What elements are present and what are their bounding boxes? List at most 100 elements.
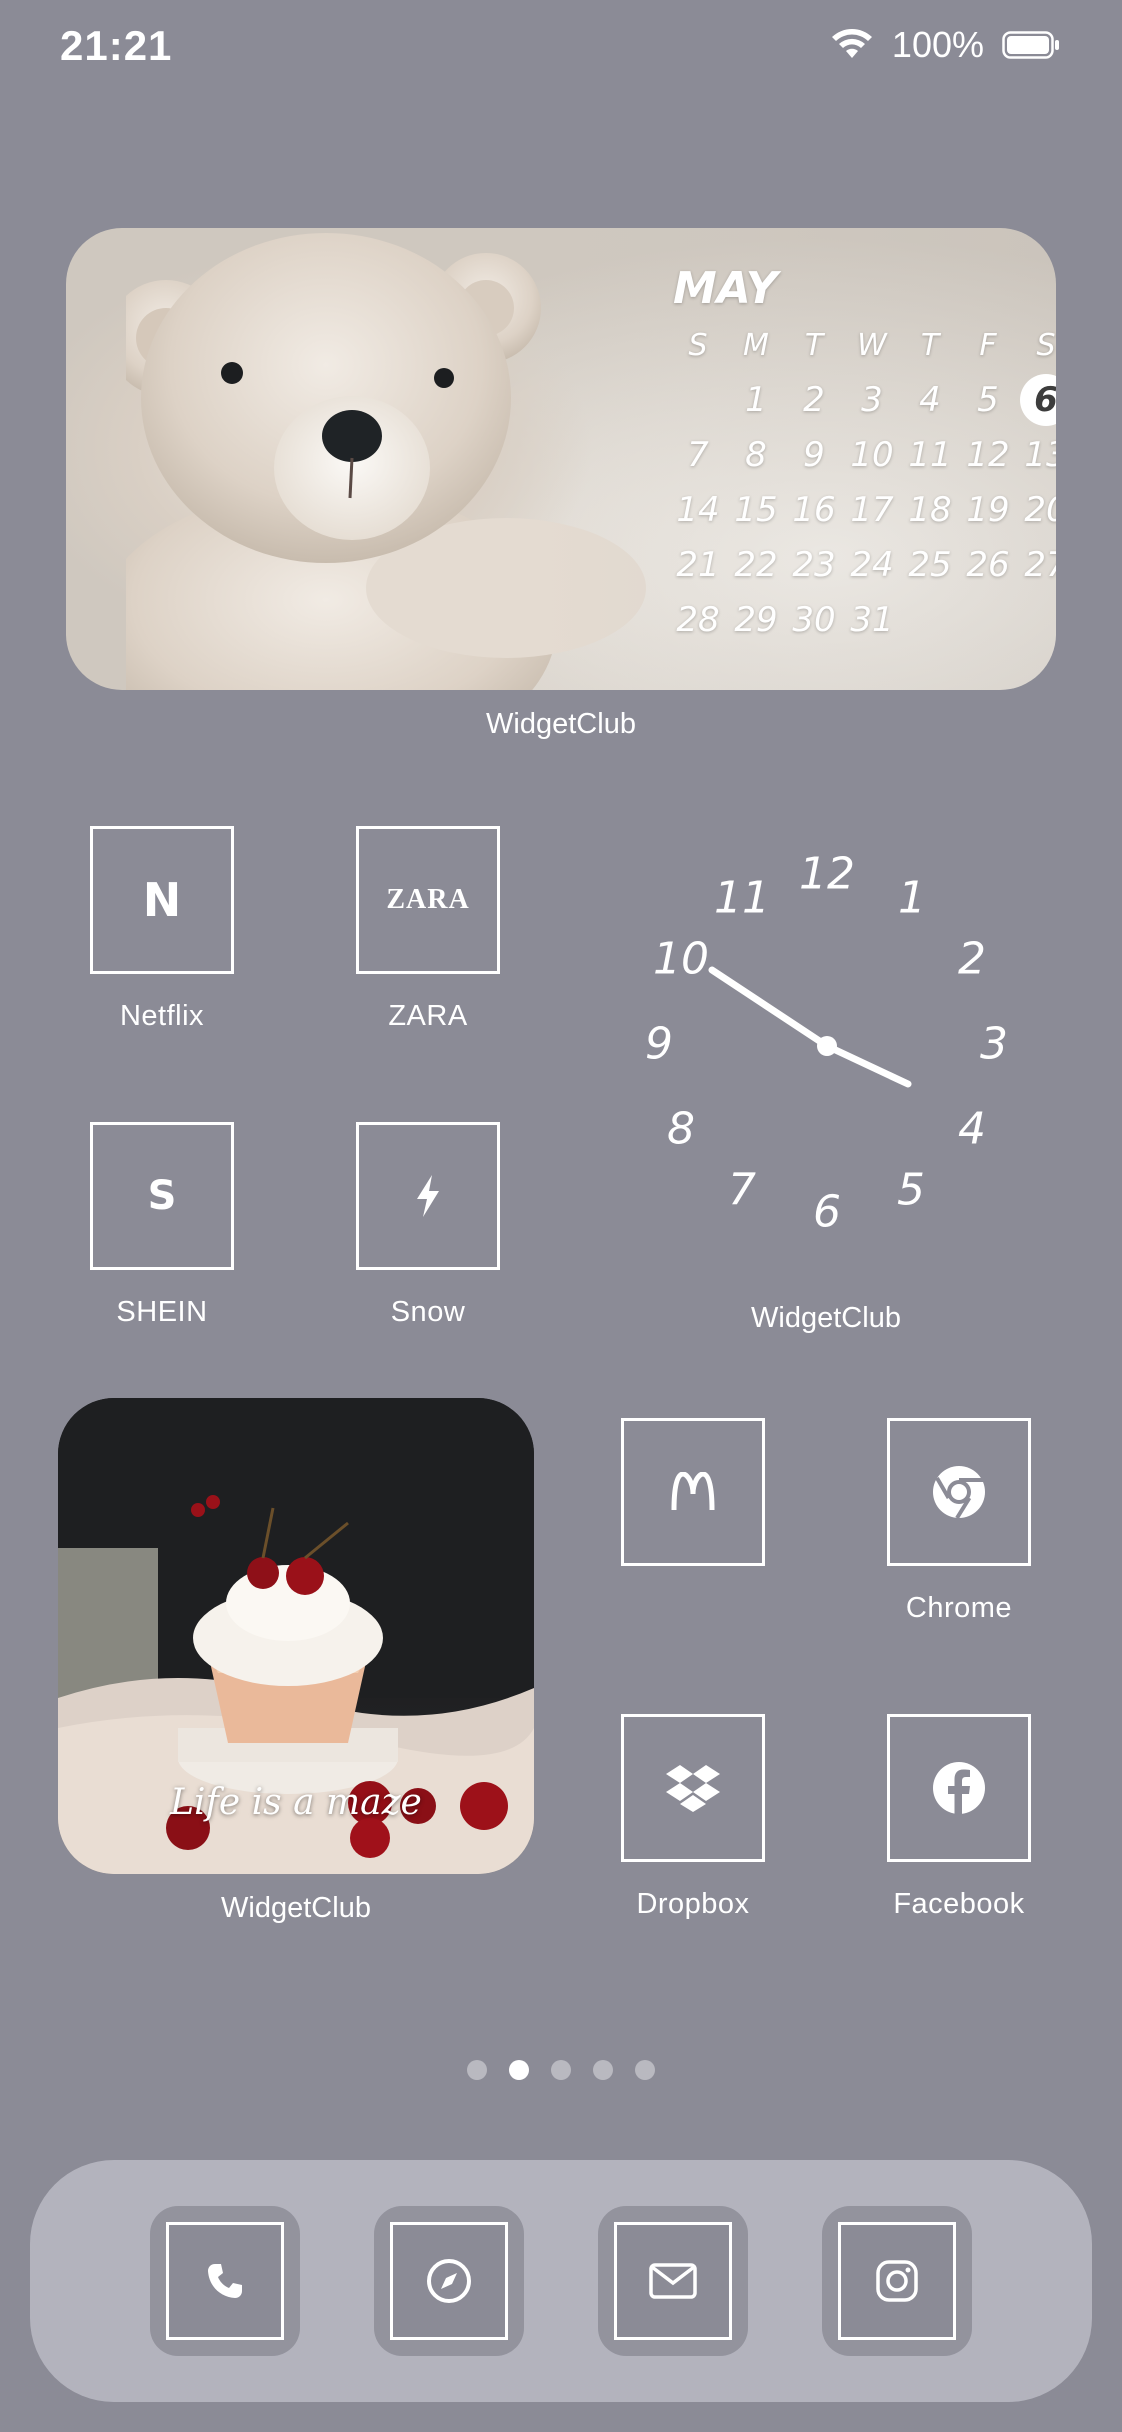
app-chrome[interactable]: Chrome bbox=[884, 1418, 1034, 1625]
calendar-week-row: 7 8 9 10 11 12 13 bbox=[669, 428, 1056, 483]
calendar-day: 23 bbox=[792, 545, 836, 585]
zara-icon[interactable]: ZARA bbox=[356, 826, 500, 974]
app-mcdonalds[interactable] bbox=[618, 1418, 768, 1592]
photo-widget-label: WidgetClub bbox=[221, 1892, 371, 1924]
clock-center bbox=[817, 1036, 837, 1056]
calendar-day: 25 bbox=[908, 545, 952, 585]
status-time: 21:21 bbox=[60, 22, 173, 69]
shein-icon[interactable]: S bbox=[90, 1122, 234, 1270]
page-dot-active[interactable] bbox=[509, 2060, 529, 2080]
app-label: Facebook bbox=[893, 1888, 1025, 1920]
dropbox-icon bbox=[666, 1765, 720, 1812]
calendar-day: 15 bbox=[734, 490, 778, 530]
calendar-day: 24 bbox=[850, 545, 894, 585]
calendar-day: 27 bbox=[1024, 545, 1056, 585]
page-dot[interactable] bbox=[593, 2060, 613, 2080]
calendar-day: 30 bbox=[792, 600, 836, 640]
instagram-icon bbox=[876, 2260, 918, 2302]
calendar-grid: MAY S M T W T F S 1 2 3 4 5 6 7 8 9 10 1… bbox=[601, 260, 1056, 648]
photo-widget[interactable]: Life is a maze bbox=[58, 1398, 534, 1874]
dock-app-instagram[interactable] bbox=[822, 2206, 972, 2356]
calendar-day: 5 bbox=[977, 380, 999, 420]
calendar-day: 22 bbox=[734, 545, 778, 585]
calendar-month: MAY bbox=[673, 263, 778, 314]
weekday-label: W bbox=[857, 328, 887, 363]
app-netflix[interactable]: N Netflix bbox=[87, 826, 237, 1033]
netflix-icon[interactable]: N bbox=[90, 826, 234, 974]
facebook-icon bbox=[933, 1762, 985, 1814]
clock-other-hand bbox=[823, 1042, 912, 1088]
weekday-label: F bbox=[979, 328, 997, 363]
app-label: SHEIN bbox=[116, 1296, 208, 1328]
status-bar: 21:21 100% bbox=[0, 0, 1122, 100]
clock-hour-minute-hand bbox=[708, 966, 831, 1050]
app-dropbox[interactable]: Dropbox bbox=[618, 1714, 768, 1921]
calendar-day: 3 bbox=[861, 380, 883, 420]
calendar-day: 17 bbox=[850, 490, 894, 530]
phone-icon bbox=[208, 2264, 242, 2298]
status-right: 100% bbox=[830, 24, 1060, 66]
app-snow[interactable]: Snow bbox=[353, 1122, 503, 1329]
shein-glyph: S bbox=[147, 1173, 177, 1219]
calendar-day: 31 bbox=[850, 600, 894, 640]
calendar-week-row: 14 15 16 17 18 19 20 bbox=[669, 483, 1056, 538]
calendar-widget[interactable]: MAY S M T W T F S 1 2 3 4 5 6 7 8 9 10 1… bbox=[66, 228, 1056, 690]
calendar-day: 19 bbox=[966, 490, 1010, 530]
snow-icon[interactable] bbox=[356, 1122, 500, 1270]
wifi-icon bbox=[830, 28, 874, 62]
calendar-week-row: 28 29 30 31 bbox=[669, 593, 1051, 648]
battery-percentage: 100% bbox=[891, 24, 984, 65]
calendar-day: 21 bbox=[676, 545, 720, 585]
calendar-day: 9 bbox=[803, 435, 825, 475]
calendar-day: 13 bbox=[1024, 435, 1056, 475]
weekday-label: S bbox=[688, 328, 708, 363]
clock-hands bbox=[708, 966, 912, 1088]
app-label: ZARA bbox=[388, 1000, 468, 1032]
page-dot[interactable] bbox=[551, 2060, 571, 2080]
dock-app-safari[interactable] bbox=[374, 2206, 524, 2356]
calendar-day: 7 bbox=[687, 435, 709, 475]
calendar-day: 29 bbox=[734, 600, 778, 640]
app-facebook[interactable]: Facebook bbox=[884, 1714, 1034, 1921]
app-shein[interactable]: S SHEIN bbox=[87, 1122, 237, 1329]
calendar-day: 2 bbox=[803, 380, 825, 420]
dock-app-mail[interactable] bbox=[598, 2206, 748, 2356]
calendar-day: 11 bbox=[908, 435, 952, 475]
weekday-label: M bbox=[743, 328, 769, 363]
app-zara[interactable]: ZARA ZARA bbox=[353, 826, 503, 1033]
lightning-icon bbox=[417, 1175, 439, 1217]
app-label: Dropbox bbox=[636, 1888, 750, 1920]
page-indicator[interactable] bbox=[0, 2060, 1122, 2080]
weekday-label: S bbox=[1036, 328, 1056, 363]
facebook-app-icon[interactable] bbox=[887, 1714, 1031, 1862]
today-marker: 6 bbox=[1020, 374, 1056, 426]
dropbox-app-icon[interactable] bbox=[621, 1714, 765, 1862]
battery-icon bbox=[1002, 31, 1060, 59]
app-label: Chrome bbox=[905, 1592, 1013, 1624]
calendar-day: 4 bbox=[919, 380, 941, 420]
calendar-week-row: 21 22 23 24 25 26 27 bbox=[669, 538, 1056, 593]
calendar-widget-label: WidgetClub bbox=[486, 708, 636, 740]
weekday-label: T bbox=[804, 328, 824, 363]
calendar-day: 1 bbox=[745, 380, 767, 420]
zara-glyph: ZARA bbox=[386, 884, 470, 915]
clock-widget[interactable]: 12 1 2 3 4 5 6 7 8 9 10 11 bbox=[606, 828, 1046, 1268]
page-dot[interactable] bbox=[635, 2060, 655, 2080]
mcdonalds-arches-icon bbox=[671, 1472, 715, 1511]
calendar-day: 10 bbox=[850, 435, 894, 475]
weekday-label: T bbox=[920, 328, 940, 363]
calendar-day: 20 bbox=[1024, 490, 1056, 530]
app-label: Netflix bbox=[119, 1000, 205, 1032]
page-dot[interactable] bbox=[467, 2060, 487, 2080]
calendar-day: 8 bbox=[745, 435, 767, 475]
calendar-weekday-row: S M T W T F S bbox=[669, 318, 1055, 373]
chrome-icon bbox=[933, 1466, 985, 1520]
calendar-day: 18 bbox=[908, 490, 952, 530]
clock-widget-label: WidgetClub bbox=[751, 1302, 901, 1334]
mcdonalds-icon[interactable] bbox=[621, 1418, 765, 1566]
chrome-app-icon[interactable] bbox=[887, 1418, 1031, 1566]
dock-app-phone[interactable] bbox=[150, 2206, 300, 2356]
calendar-day-today: 6 bbox=[1017, 373, 1056, 428]
netflix-glyph: N bbox=[142, 873, 182, 927]
safari-compass-icon bbox=[427, 2259, 471, 2303]
